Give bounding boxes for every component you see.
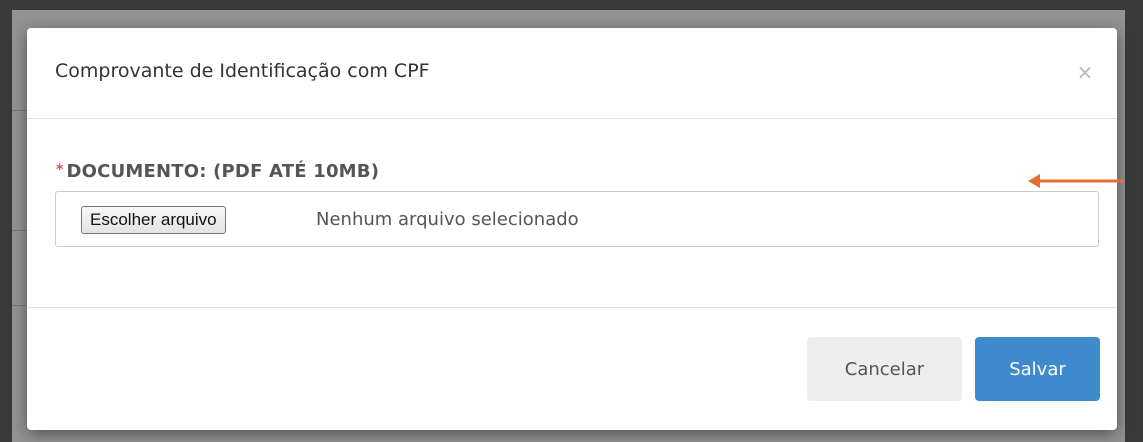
modal-body: * DOCUMENTO: (PDF ATÉ 10MB) Escolher arqu… bbox=[27, 119, 1117, 308]
document-field-label: * DOCUMENTO: (PDF ATÉ 10MB) bbox=[56, 161, 379, 182]
modal-title: Comprovante de Identificação com CPF bbox=[55, 60, 430, 82]
required-mark: * bbox=[56, 162, 64, 178]
file-status-text: Nenhum arquivo selecionado bbox=[316, 209, 579, 230]
modal-header: Comprovante de Identificação com CPF × bbox=[27, 28, 1117, 119]
document-label-text: DOCUMENTO: (PDF ATÉ 10MB) bbox=[66, 161, 380, 182]
window-frame-right bbox=[1125, 0, 1143, 442]
choose-file-button[interactable]: Escolher arquivo bbox=[81, 206, 226, 234]
window-frame-top bbox=[0, 0, 1143, 10]
close-icon[interactable]: × bbox=[1075, 62, 1095, 82]
annotation-arrow-icon bbox=[1028, 174, 1124, 188]
document-file-input[interactable]: Escolher arquivo Nenhum arquivo selecion… bbox=[55, 191, 1099, 247]
modal-footer: Cancelar Salvar bbox=[27, 308, 1117, 430]
upload-document-modal: Comprovante de Identificação com CPF × *… bbox=[27, 28, 1117, 430]
save-button[interactable]: Salvar bbox=[975, 337, 1100, 401]
window-frame-left bbox=[0, 0, 12, 442]
cancel-button[interactable]: Cancelar bbox=[807, 337, 962, 401]
